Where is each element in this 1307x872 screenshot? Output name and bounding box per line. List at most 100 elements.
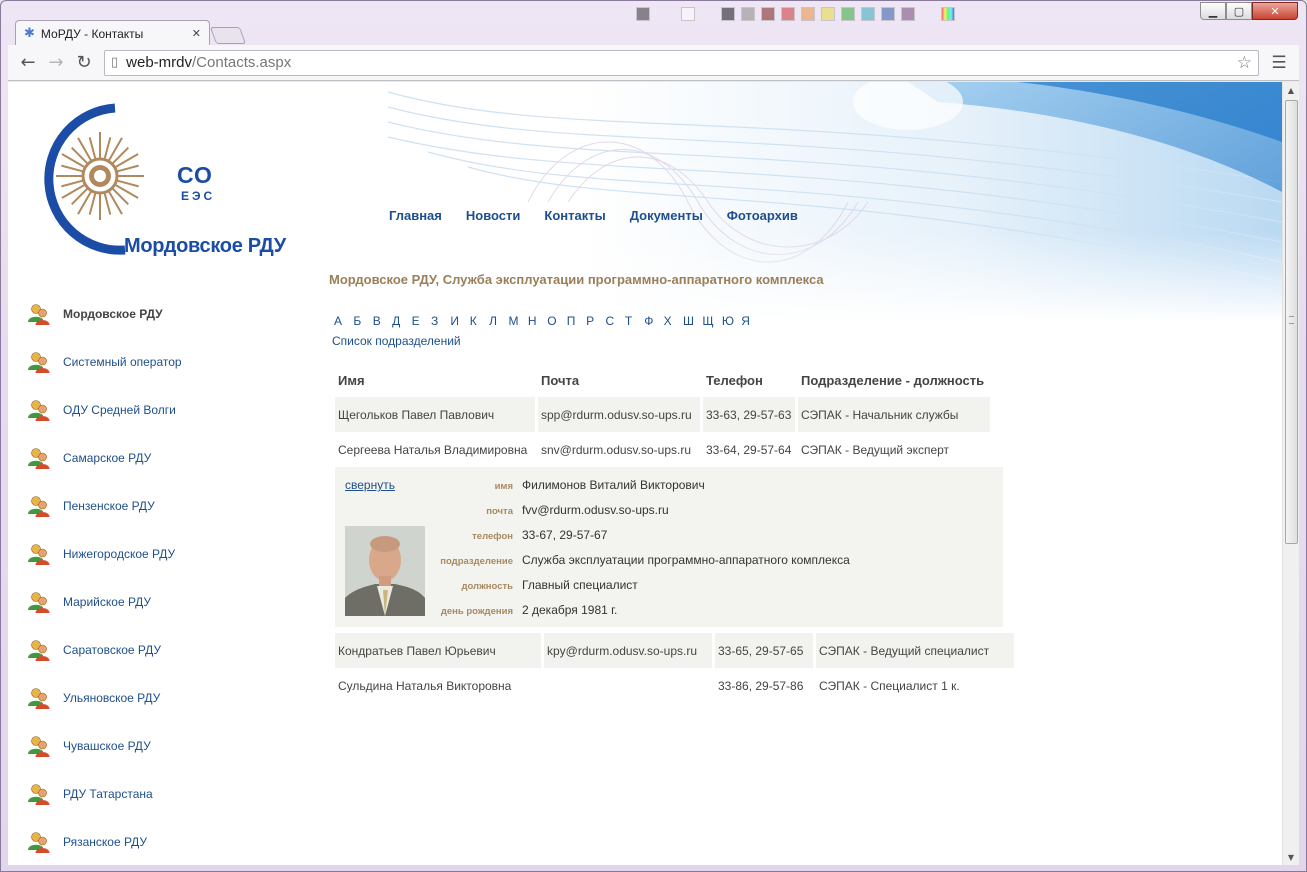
- forward-button[interactable]: →: [42, 49, 70, 77]
- nav-documents[interactable]: Документы: [630, 208, 703, 223]
- alphabet-letter-link[interactable]: З: [431, 314, 450, 328]
- cell-name[interactable]: Кондратьев Павел Юрьевич: [335, 633, 541, 668]
- back-button[interactable]: ←: [14, 49, 42, 77]
- alphabet-letter-link[interactable]: Я: [741, 314, 760, 328]
- detail-value-birthday: 2 декабря 1981 г.: [522, 603, 618, 617]
- sidebar: Мордовское РДУ Системный оператор ОДУ Сред…: [27, 290, 297, 865]
- table-row[interactable]: Щегольков Павел Павлович spp@rdurm.odusv.…: [335, 397, 990, 432]
- vertical-scrollbar[interactable]: ▲ ▼: [1282, 82, 1299, 865]
- nav-contacts[interactable]: Контакты: [544, 208, 605, 223]
- alphabet-letter-link[interactable]: Н: [528, 314, 547, 328]
- alphabet-filter: АБВДЕЗИКЛМНОПРСТФХШЩЮЯ: [329, 314, 1029, 328]
- sidebar-item[interactable]: Ульяновское РДУ: [27, 674, 297, 722]
- so-ees-logo[interactable]: СО ЕЭС Мордовское РДУ: [40, 102, 310, 262]
- address-bar[interactable]: ▯ web-mrdv/Contacts.aspx ☆: [104, 49, 1259, 76]
- alphabet-letter-link[interactable]: О: [547, 314, 566, 328]
- cell-name[interactable]: Щегольков Павел Павлович: [335, 397, 535, 432]
- close-tab-icon[interactable]: ✕: [192, 27, 201, 40]
- alphabet-letter-link[interactable]: Л: [489, 314, 508, 328]
- contact-detail-panel: свернуть имя Филимонов Виталий Викторови…: [335, 467, 1003, 627]
- contact-photo: [345, 526, 425, 616]
- alphabet-letter-link[interactable]: С: [605, 314, 624, 328]
- browser-toolbar: ← → ↻ ▯ web-mrdv/Contacts.aspx ☆ ☰: [8, 45, 1299, 81]
- column-header-name[interactable]: Имя: [335, 363, 535, 397]
- new-tab-button[interactable]: [209, 27, 247, 44]
- users-icon: [28, 400, 50, 421]
- detail-value-name: Филимонов Виталий Викторович: [522, 478, 705, 492]
- department-list-link[interactable]: Список подразделений: [329, 334, 461, 348]
- sidebar-item-label: Саратовское РДУ: [63, 643, 161, 657]
- scroll-up-arrow-icon[interactable]: ▲: [1283, 82, 1299, 98]
- scroll-down-arrow-icon[interactable]: ▼: [1283, 849, 1299, 865]
- alphabet-letter-link[interactable]: М: [509, 314, 528, 328]
- chrome-menu-icon[interactable]: ☰: [1265, 49, 1293, 77]
- nav-photo-archive[interactable]: Фотоархив: [727, 208, 798, 223]
- cell-email: snv@rdurm.odusv.so-ups.ru: [541, 442, 692, 457]
- reload-button[interactable]: ↻: [70, 49, 98, 77]
- sidebar-item[interactable]: РДУ Татарстана: [27, 770, 297, 818]
- sidebar-item[interactable]: Нижегородское РДУ: [27, 530, 297, 578]
- sidebar-item-label: Мордовское РДУ: [63, 307, 163, 321]
- alphabet-letter-link[interactable]: Д: [392, 314, 411, 328]
- alphabet-letter-link[interactable]: Т: [625, 314, 644, 328]
- sidebar-item[interactable]: Марийское РДУ: [27, 578, 297, 626]
- browser-tab[interactable]: ✱ МоРДУ - Контакты ✕: [15, 20, 210, 46]
- scrollbar-thumb[interactable]: [1285, 100, 1298, 544]
- alphabet-letter-link[interactable]: Ю: [722, 314, 741, 328]
- alphabet-letter-link[interactable]: Ф: [644, 314, 663, 328]
- alphabet-letter-link[interactable]: А: [334, 314, 353, 328]
- maximize-button[interactable]: ▢: [1226, 2, 1252, 20]
- column-header-phone[interactable]: Телефон: [703, 363, 795, 397]
- sidebar-item[interactable]: Самарское РДУ: [27, 434, 297, 482]
- sidebar-item[interactable]: Саратовское РДУ: [27, 626, 297, 674]
- collapse-link[interactable]: свернуть: [345, 478, 395, 492]
- sidebar-item[interactable]: ОДУ Средней Волги: [27, 386, 297, 434]
- column-header-email[interactable]: Почта: [538, 363, 700, 397]
- alphabet-letter-link[interactable]: Б: [353, 314, 372, 328]
- cell-email: kpy@rdurm.odusv.so-ups.ru: [544, 633, 712, 668]
- detail-value-email[interactable]: fvv@rdurm.odusv.so-ups.ru: [522, 503, 669, 517]
- cell-position: СЭПАК - Специалист 1 к.: [819, 678, 960, 693]
- sidebar-item[interactable]: Пензенское РДУ: [27, 482, 297, 530]
- users-icon: [28, 592, 50, 613]
- detail-label-position: должность: [461, 581, 513, 592]
- contacts-table: Имя Почта Телефон Подразделение - должно…: [332, 363, 993, 467]
- page-viewport: СО ЕЭС Мордовское РДУ Главная Новости Ко…: [8, 82, 1299, 865]
- nav-news[interactable]: Новости: [466, 208, 521, 223]
- detail-label-email: почта: [486, 506, 513, 517]
- alphabet-letter-link[interactable]: Р: [586, 314, 605, 328]
- sidebar-item[interactable]: Чувашское РДУ: [27, 722, 297, 770]
- alphabet-letter-link[interactable]: И: [450, 314, 469, 328]
- cell-name[interactable]: Сульдина Наталья Викторовна: [335, 668, 541, 703]
- table-row[interactable]: Кондратьев Павел Юрьевич kpy@rdurm.odusv.…: [335, 633, 1014, 668]
- alphabet-letter-link[interactable]: Ш: [683, 314, 702, 328]
- alphabet-letter-link[interactable]: Е: [412, 314, 431, 328]
- alphabet-letter-link[interactable]: Щ: [702, 314, 721, 328]
- alphabet-letter-link[interactable]: Х: [664, 314, 683, 328]
- detail-value-position: Главный специалист: [522, 578, 638, 592]
- table-row[interactable]: Сульдина Наталья Викторовна 33-86, 29-57-…: [335, 668, 1014, 703]
- cell-name[interactable]: Сергеева Наталья Владимировна: [335, 432, 535, 467]
- detail-value-dept: Служба эксплуатации программно-аппаратно…: [522, 553, 850, 567]
- sidebar-item[interactable]: Системный оператор: [27, 338, 297, 386]
- sidebar-item[interactable]: Рязанское РДУ: [27, 818, 297, 865]
- alphabet-letter-link[interactable]: В: [373, 314, 392, 328]
- browser-window: ▁ ▢ ✕ ✱ МоРДУ - Контакты ✕ ← → ↻ ▯ web-m…: [0, 0, 1307, 872]
- nav-home[interactable]: Главная: [389, 208, 442, 223]
- cell-email: [544, 668, 712, 703]
- alphabet-letter-link[interactable]: П: [567, 314, 586, 328]
- bookmark-star-icon[interactable]: ☆: [1237, 53, 1252, 73]
- top-navigation: Главная Новости Контакты Документы Фотоа…: [389, 208, 798, 223]
- table-row[interactable]: Сергеева Наталья Владимировна snv@rdurm.o…: [335, 432, 990, 467]
- alphabet-letter-link[interactable]: К: [470, 314, 489, 328]
- sidebar-item-label: Системный оператор: [63, 355, 182, 369]
- sidebar-item[interactable]: Мордовское РДУ: [27, 290, 297, 338]
- title-bar-decoration: [241, 1, 1001, 45]
- minimize-button[interactable]: ▁: [1200, 2, 1226, 20]
- sidebar-item-label: Рязанское РДУ: [63, 835, 148, 849]
- cell-phone: 33-64, 29-57-64: [706, 442, 792, 457]
- cell-position: СЭПАК - Ведущий эксперт: [801, 442, 950, 457]
- close-window-button[interactable]: ✕: [1252, 2, 1298, 20]
- contacts-table-continued: Кондратьев Павел Юрьевич kpy@rdurm.odusv.…: [332, 633, 1017, 703]
- column-header-position[interactable]: Подразделение - должность: [798, 363, 990, 397]
